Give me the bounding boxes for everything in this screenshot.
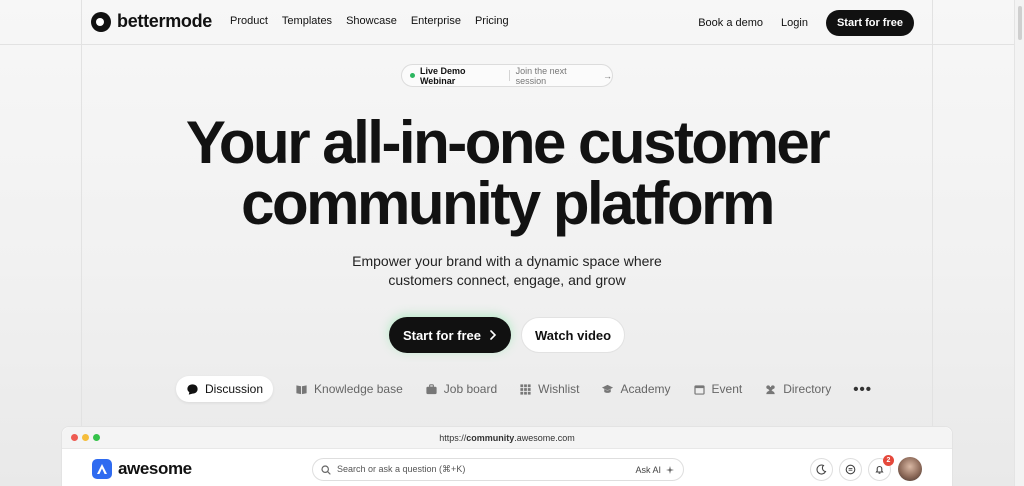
moon-icon (816, 464, 827, 475)
tab-discussion[interactable]: Discussion (176, 376, 274, 402)
bettermode-logo-icon (91, 11, 111, 32)
main-nav: Product Templates Showcase Enterprise Pr… (230, 15, 509, 27)
hero-title-line-2: community platform (241, 170, 775, 237)
webinar-link[interactable]: Join the next session (516, 66, 599, 86)
grid-icon (520, 383, 531, 395)
hero-subtitle: Empower your brand with a dynamic space … (0, 252, 1014, 290)
nav-item-showcase[interactable]: Showcase (346, 15, 397, 27)
tab-event[interactable]: Event (693, 382, 743, 396)
more-options-icon[interactable]: ••• (853, 381, 872, 398)
hero-start-for-free-button[interactable]: Start for free (388, 317, 511, 353)
brand-logo[interactable]: bettermode (91, 11, 212, 32)
chevron-right-icon (490, 330, 497, 340)
briefcase-icon (426, 383, 437, 394)
feature-tabs: Discussion Knowledge base Job board Wish… (176, 376, 872, 402)
brand-name: bettermode (117, 11, 213, 31)
tab-academy-label: Academy (620, 382, 671, 396)
tab-directory-label: Directory (783, 382, 832, 396)
tab-event-label: Event (711, 382, 743, 396)
tab-wishlist[interactable]: Wishlist (519, 382, 579, 396)
user-avatar[interactable] (898, 457, 922, 481)
calendar-icon (693, 384, 705, 395)
hero-subtitle-line-1: Empower your brand with a dynamic space … (352, 253, 662, 269)
nav-item-product[interactable]: Product (230, 15, 268, 27)
nav-item-templates[interactable]: Templates (282, 15, 332, 27)
tab-job-board[interactable]: Job board (425, 382, 497, 396)
sparkle-icon (666, 465, 674, 474)
search-input[interactable]: Search or ask a question (⌘+K) Ask AI (312, 458, 684, 481)
scrollbar-thumb[interactable] (1018, 6, 1022, 40)
header-divider (0, 44, 1024, 45)
hero-title: Your all-in-one customer community platf… (0, 112, 1014, 234)
notification-badge: 2 (883, 455, 894, 466)
app-name: awesome (118, 459, 192, 478)
live-dot-icon (410, 73, 415, 78)
frame-guide-right (932, 0, 933, 486)
tab-discussion-label: Discussion (205, 382, 264, 396)
webinar-label: Live Demo Webinar (419, 65, 466, 86)
hero-start-label: Start for free (402, 327, 481, 343)
arrow-right-icon: → (602, 70, 612, 81)
notifications-button[interactable]: 2 (868, 455, 894, 481)
chat-bubble-icon (187, 383, 198, 395)
watch-video-button[interactable]: Watch video (520, 317, 626, 353)
tab-job-board-label: Job board (443, 382, 498, 396)
hero-title-line-1: Your all-in-one customer (185, 109, 831, 176)
messages-button[interactable] (839, 458, 862, 481)
login-link[interactable]: Login (781, 17, 808, 29)
dark-mode-toggle[interactable] (810, 458, 833, 481)
search-icon (321, 464, 331, 475)
scrollbar[interactable] (1014, 0, 1024, 486)
app-preview-window: https://community.awesome.com awesome Se… (61, 426, 953, 486)
nav-item-pricing[interactable]: Pricing (475, 15, 509, 27)
webinar-banner[interactable]: Live Demo Webinar Join the next session … (401, 64, 613, 87)
url-suffix: .awesome.com (514, 433, 575, 443)
chat-icon (845, 464, 856, 475)
book-demo-link[interactable]: Book a demo (698, 17, 763, 29)
tab-academy[interactable]: Academy (601, 382, 671, 396)
webinar-divider (508, 70, 510, 81)
hero-subtitle-line-2: customers connect, engage, and grow (388, 272, 626, 288)
tab-knowledge-base[interactable]: Knowledge base (295, 382, 403, 396)
address-bar[interactable]: https://community.awesome.com (62, 433, 952, 443)
ask-ai-label[interactable]: Ask AI (635, 465, 661, 475)
tab-knowledge-base-label: Knowledge base (314, 382, 403, 396)
tab-directory[interactable]: Directory (764, 382, 831, 396)
hero-cta-group: Start for free Watch video (0, 317, 1014, 353)
search-placeholder: Search or ask a question (⌘+K) (337, 464, 466, 474)
header-actions: Book a demo Login Start for free (698, 10, 914, 36)
bell-icon (875, 465, 884, 474)
people-icon (766, 384, 775, 394)
browser-titlebar: https://community.awesome.com (62, 427, 952, 449)
url-prefix: https:// (439, 433, 467, 443)
book-icon (296, 384, 307, 394)
awesome-logo-icon (92, 459, 112, 479)
frame-guide-left (81, 0, 82, 486)
url-host: community (466, 433, 515, 443)
tab-wishlist-label: Wishlist (538, 382, 580, 396)
graduation-cap-icon (602, 384, 614, 393)
start-for-free-button[interactable]: Start for free (825, 10, 914, 36)
nav-item-enterprise[interactable]: Enterprise (411, 15, 461, 27)
site-header: bettermode Product Templates Showcase En… (0, 0, 1014, 44)
app-logo[interactable]: awesome (92, 459, 192, 479)
